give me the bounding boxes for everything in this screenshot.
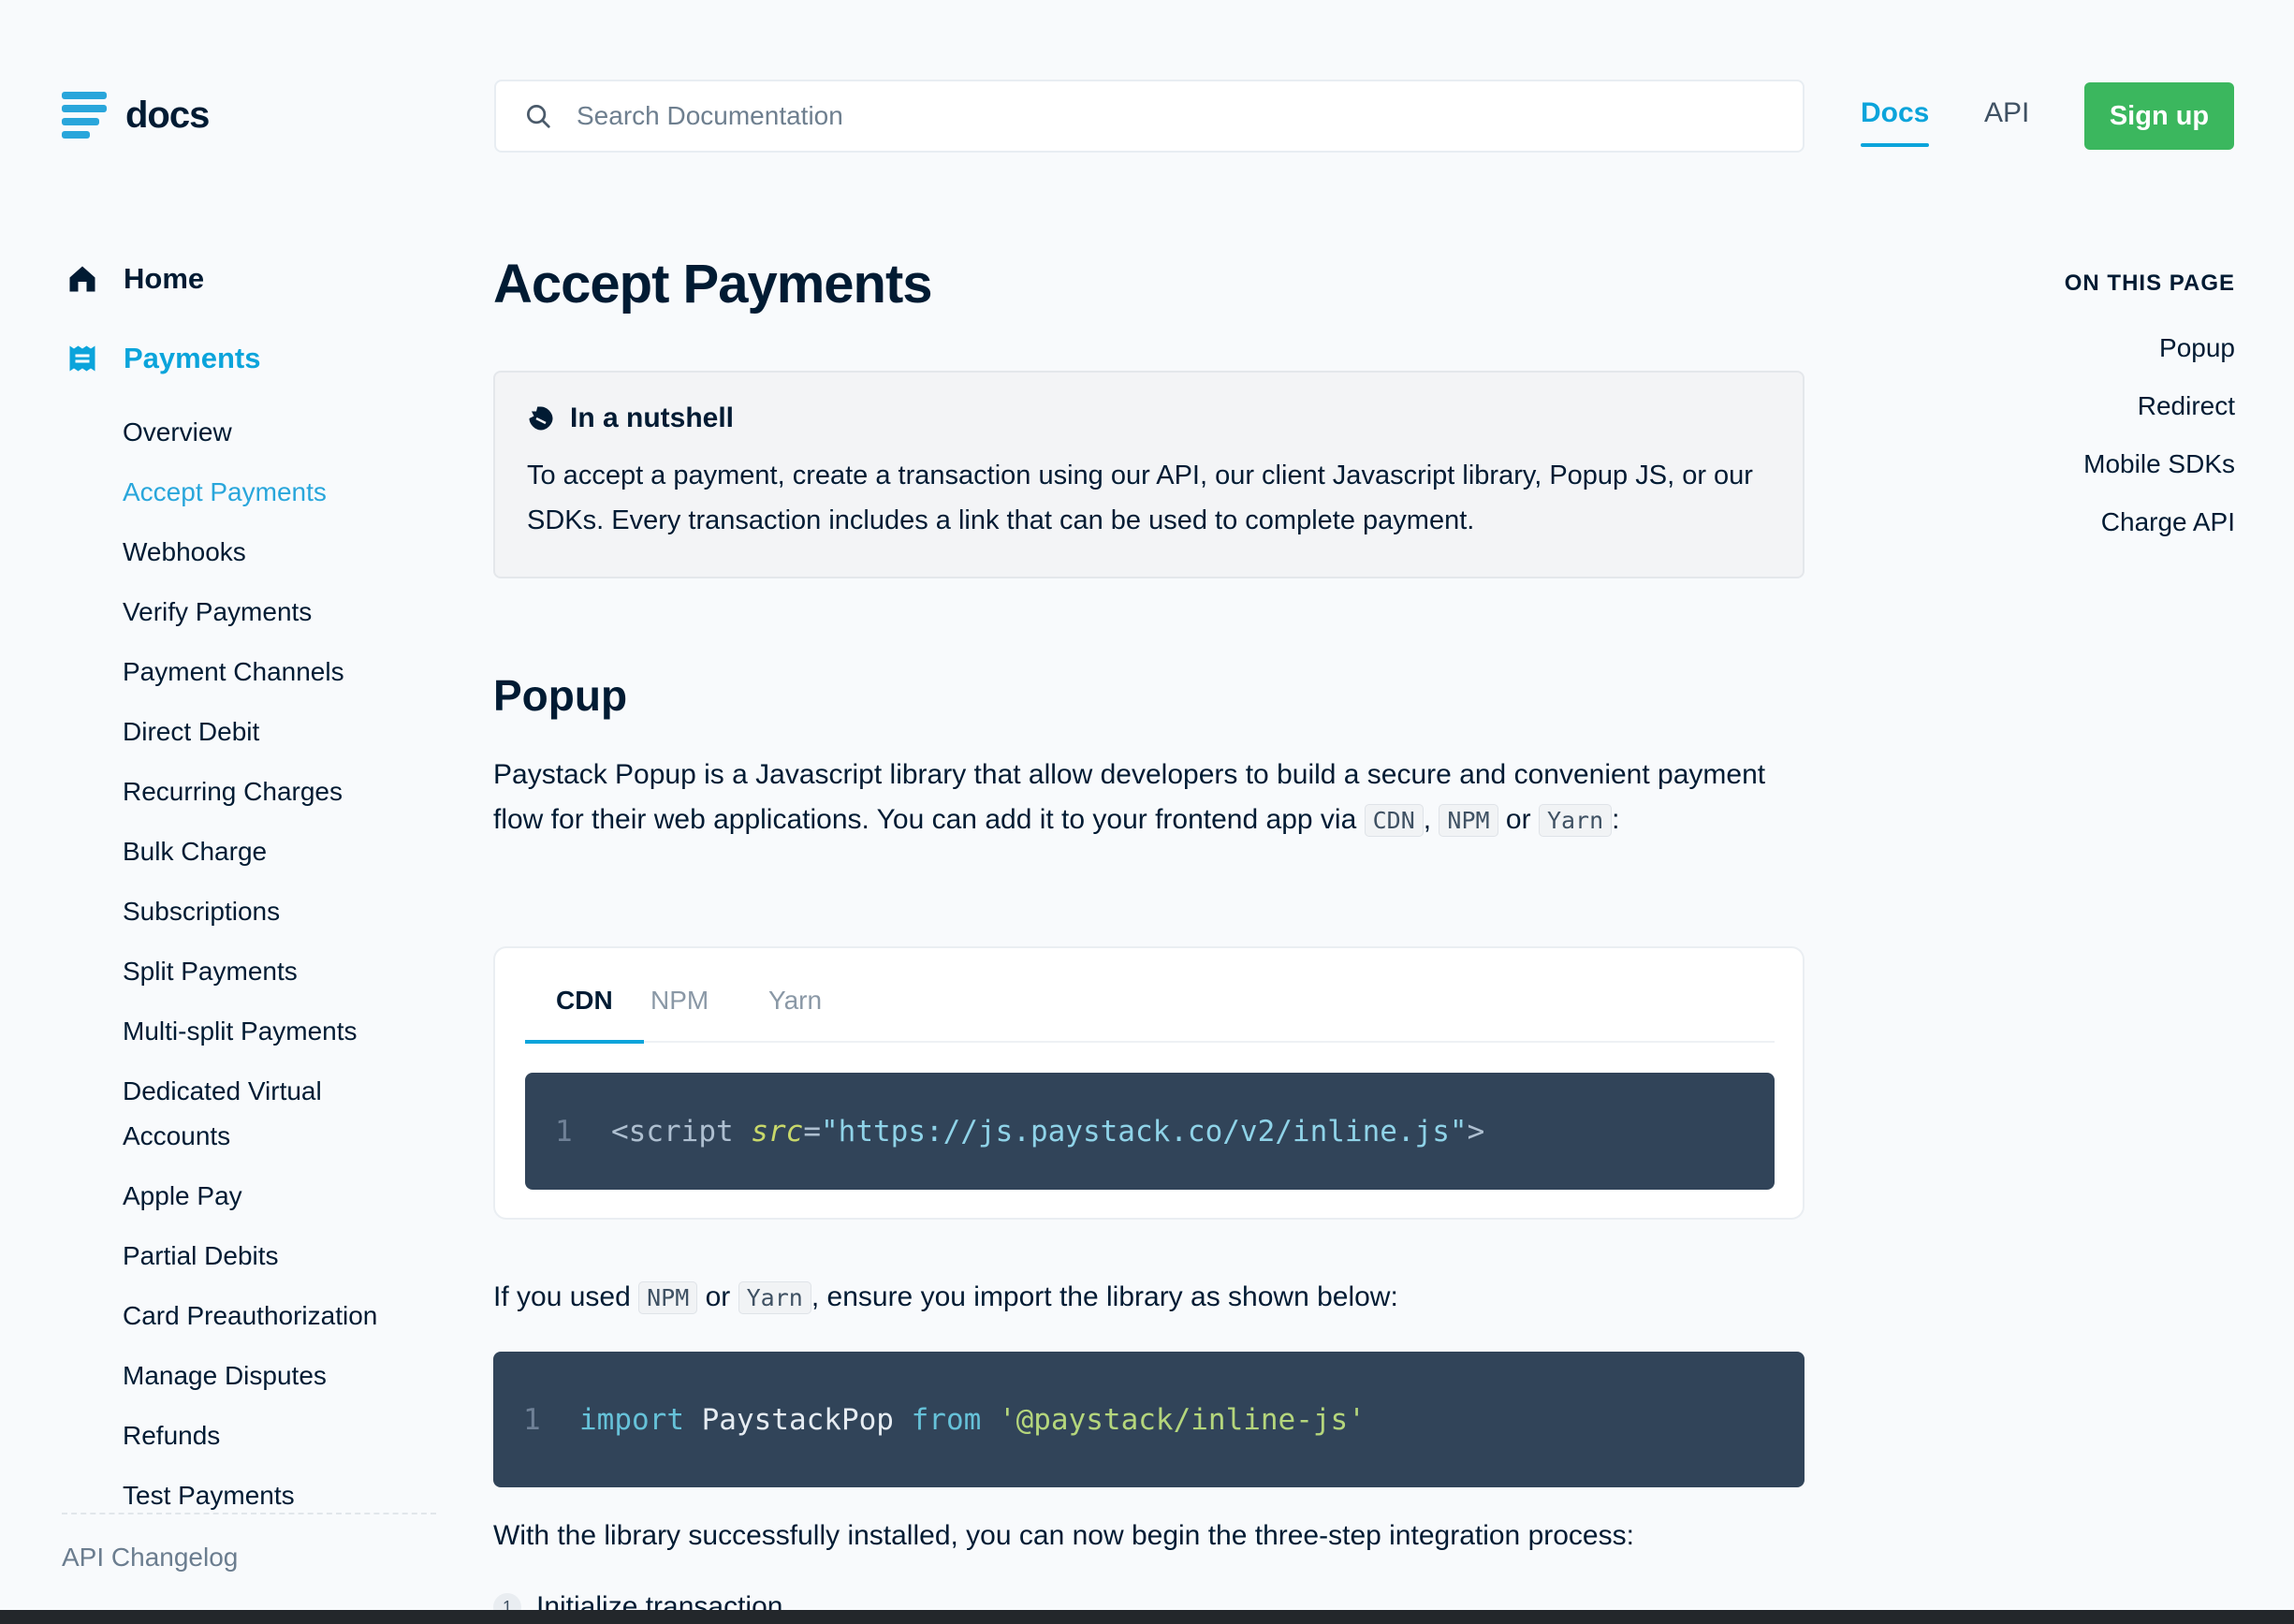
sidebar-item-test-payments[interactable]: Test Payments [123,1473,431,1518]
popup-paragraph: Paystack Popup is a Javascript library t… [493,753,1804,843]
code-attr: src [751,1114,804,1149]
code-tag-open: <script [611,1114,734,1149]
install-tabs: CDN NPM Yarn [525,948,1775,1043]
toc-item-charge-api[interactable]: Charge API [2083,504,2235,541]
callout-heading: In a nutshell [570,402,735,433]
inline-code-cdn: CDN [1364,804,1424,837]
sidebar-payments-label: Payments [124,342,261,374]
toc-title: ON THIS PAGE [2064,271,2235,296]
docs-logo-icon [62,92,107,139]
code-src-value: "https://js.paystack.co/v2/inline.js" [821,1114,1468,1149]
toc-item-redirect[interactable]: Redirect [2083,388,2235,425]
sidebar-home[interactable]: Home [66,262,204,296]
popup-paragraph-sep1: , [1423,804,1439,835]
sidebar-item-dedicated-virtual-accounts[interactable]: Dedicated Virtual Accounts [123,1069,431,1159]
sidebar-item-card-preauthorization[interactable]: Card Preauthorization [123,1294,431,1339]
sidebar-item-apple-pay[interactable]: Apple Pay [123,1174,431,1219]
sidebar-item-recurring-charges[interactable]: Recurring Charges [123,769,431,814]
nav-docs-active-indicator [1861,143,1929,147]
toc-item-mobile-sdks[interactable]: Mobile SDKs [2083,446,2235,483]
sidebar-item-manage-disputes[interactable]: Manage Disputes [123,1353,431,1398]
sidebar-item-payment-channels[interactable]: Payment Channels [123,650,431,695]
sidebar-item-bulk-charge[interactable]: Bulk Charge [123,829,431,874]
inline-code-yarn: Yarn [1538,804,1613,837]
search-bar[interactable] [494,80,1805,153]
window-bottom-edge [0,1610,2294,1624]
logo-text: docs [125,94,210,136]
tab-npm[interactable]: NPM [650,986,709,1016]
inline-code-npm: NPM [1439,804,1498,837]
sidebar-item-split-payments[interactable]: Split Payments [123,949,431,994]
sidebar-item-refunds[interactable]: Refunds [123,1413,431,1458]
code-module-string: '@paystack/inline-js' [981,1402,1366,1437]
code-identifier: PaystackPop [683,1402,912,1437]
home-icon [69,266,95,292]
callout-body: To accept a payment, create a transactio… [527,461,1753,535]
sidebar-home-label: Home [124,262,205,295]
sidebar-item-api-changelog[interactable]: API Changelog [62,1543,238,1573]
toc-list: Popup Redirect Mobile SDKs Charge API [2083,329,2235,562]
npm-paragraph-text2: , ensure you import the library as shown… [811,1281,1398,1312]
npm-paragraph-sep: or [697,1281,738,1312]
tab-yarn[interactable]: Yarn [768,986,822,1016]
line-number: 1 [555,1114,573,1149]
sidebar-divider [62,1513,436,1514]
integration-paragraph: With the library successfully installed,… [493,1520,1634,1551]
nutshell-callout: In a nutshell To accept a payment, creat… [493,371,1805,578]
popup-heading: Popup [493,671,628,720]
search-input[interactable] [577,101,1803,131]
install-tabs-card: CDN NPM Yarn 1 <script src = "https://js.p… [493,946,1805,1220]
search-icon [527,105,550,128]
cdn-code-block[interactable]: 1 <script src = "https://js.paystack.co/v2… [525,1073,1775,1190]
code-keyword-from: from [911,1402,982,1437]
nutshell-icon [529,406,553,431]
toc-item-popup[interactable]: Popup [2083,329,2235,367]
inline-code-npm-2: NPM [638,1281,698,1314]
sign-up-button[interactable]: Sign up [2084,82,2234,150]
logo[interactable]: docs [62,92,210,139]
popup-paragraph-sep2: or [1498,804,1539,835]
sidebar-payments-list: Overview Accept Payments Webhooks Verify… [123,410,431,1533]
tab-cdn[interactable]: CDN [556,986,613,1016]
sidebar-item-multi-split-payments[interactable]: Multi-split Payments [123,1009,431,1054]
sidebar-item-partial-debits[interactable]: Partial Debits [123,1234,431,1279]
sidebar-item-webhooks[interactable]: Webhooks [123,530,431,575]
receipt-icon [69,345,95,372]
nav-api-link[interactable]: API [1984,97,2029,129]
callout-header: In a nutshell [527,402,1771,434]
inline-code-yarn-2: Yarn [738,1281,811,1314]
active-tab-indicator [525,1040,644,1044]
sidebar-item-direct-debit[interactable]: Direct Debit [123,710,431,754]
npm-paragraph-text1: If you used [493,1281,639,1312]
popup-paragraph-end: : [1612,804,1620,835]
sidebar-payments[interactable]: Payments [66,342,260,375]
code-eq: = [803,1114,821,1149]
sidebar-item-overview[interactable]: Overview [123,410,431,455]
import-code-block[interactable]: 1 import PaystackPop from '@paystack/inl… [493,1352,1805,1487]
sidebar-item-subscriptions[interactable]: Subscriptions [123,889,431,934]
line-number: 1 [523,1402,541,1437]
nav-docs-link[interactable]: Docs [1861,97,1929,129]
npm-paragraph: If you used NPM or Yarn, ensure you impo… [493,1275,1398,1321]
sidebar-item-verify-payments[interactable]: Verify Payments [123,590,431,635]
page-title: Accept Payments [493,254,933,315]
sidebar-item-accept-payments[interactable]: Accept Payments [123,470,431,515]
code-keyword-import: import [579,1402,684,1437]
code-tag-close: > [1467,1114,1485,1149]
